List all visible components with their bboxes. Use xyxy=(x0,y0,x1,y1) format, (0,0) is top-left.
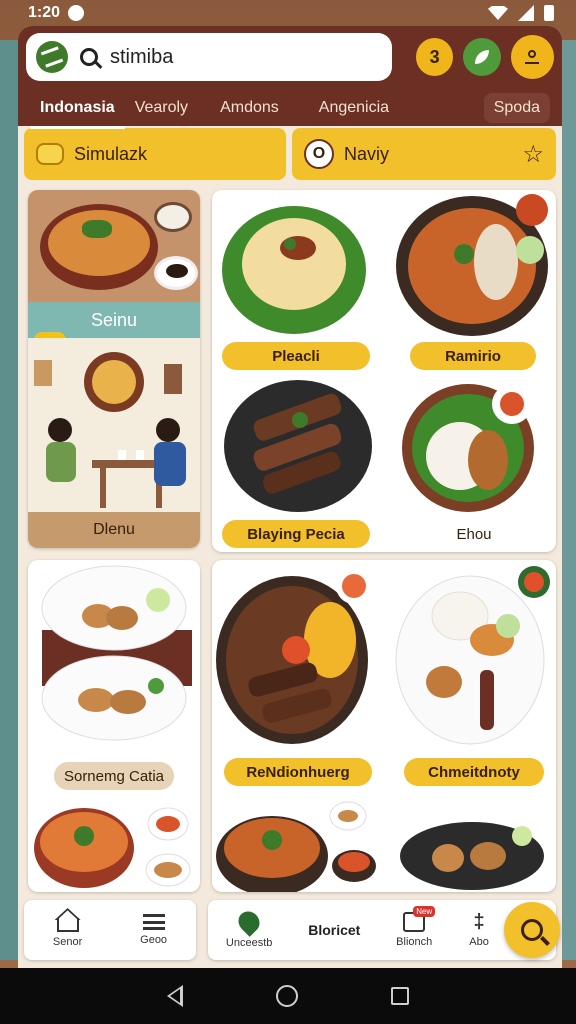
notifications-button[interactable]: 3 xyxy=(416,38,454,76)
search-fab-button[interactable] xyxy=(504,902,560,958)
battery-icon xyxy=(544,5,554,21)
search-icon xyxy=(80,48,98,66)
app-status-icon xyxy=(68,5,85,21)
category-tabs: Indonasia Vearoly Amdons Angenicia Spoda xyxy=(18,90,562,129)
banner-row: Simulazk O Naviy ☆ xyxy=(18,126,562,180)
dish-card-group-c: ReNdionhuerg Chmeitdnoty xyxy=(212,560,556,892)
bottom-navigation: Senor Geoo Unceestb Bloricet New Blionch… xyxy=(24,900,560,960)
nasi-campur-dish-image xyxy=(395,566,550,745)
dish-grid: Seinu Dlenu Pleacli Ramirio Blaying Peci… xyxy=(24,186,556,896)
nav-item-senor[interactable]: Senor xyxy=(53,912,82,948)
nav-item-blionch[interactable]: New Blionch xyxy=(396,906,436,948)
app-window: stimiba 3 Indonasia Vearoly Amdons Angen… xyxy=(18,26,562,968)
nav-label-unceestb: Unceestb xyxy=(225,937,273,949)
background-wall-left xyxy=(0,40,18,960)
banner-left-label: Simulazk xyxy=(74,143,148,164)
noodle-dish-image xyxy=(222,206,366,334)
tab-vearoly[interactable]: Vearoly xyxy=(125,93,198,123)
nav-item-geoo[interactable]: Geoo xyxy=(140,914,167,946)
nav-item-unceestb[interactable]: Unceestb xyxy=(225,907,273,949)
leaf-icon xyxy=(475,50,490,64)
nav-label-geoo: Geoo xyxy=(140,934,168,946)
promo-footer[interactable]: Dlenu xyxy=(28,512,200,548)
home-icon xyxy=(56,918,79,932)
tab-angenicia[interactable]: Angenicia xyxy=(309,93,399,123)
dish-card-group-b: Sornemg Catia xyxy=(28,560,200,892)
diner-illustration xyxy=(28,338,200,512)
dish-label-ramirio: Ramirio xyxy=(410,342,536,370)
bottom-nav-left: Senor Geoo xyxy=(24,900,196,960)
search-input[interactable]: stimiba xyxy=(110,46,173,69)
app-header: stimiba 3 Indonasia Vearoly Amdons Angen… xyxy=(18,26,562,129)
nav-label-senor: Senor xyxy=(52,936,83,948)
dish-label-chmeitdnoty: Chmeitdnoty xyxy=(404,758,544,786)
dish-label-rendionhuerg: ReNdionhuerg xyxy=(224,758,372,786)
promo-panel: Seinu Dlenu xyxy=(28,302,200,548)
wifi-icon xyxy=(488,6,508,20)
dish-label-blaying-pecia: Blaying Pecia xyxy=(222,520,370,548)
clock-icon: O xyxy=(304,139,334,169)
dish-label-ehou: Ehou xyxy=(456,525,492,543)
search-icon xyxy=(521,919,543,941)
dish-card-group-a: Pleacli Ramirio Blaying Pecia Ehou xyxy=(212,190,556,552)
mixed-grill-dish-image xyxy=(216,568,372,744)
dish-label-pleacli: Pleacli xyxy=(222,342,370,370)
promo-card[interactable]: Seinu Dlenu xyxy=(28,190,200,548)
back-icon[interactable] xyxy=(166,985,183,1007)
system-navigation-bar xyxy=(0,968,576,1024)
doc-icon: New xyxy=(403,906,436,932)
new-badge: New xyxy=(413,906,436,917)
tab-indonasia[interactable]: Indonasia xyxy=(30,93,125,129)
search-row: stimiba 3 xyxy=(26,32,554,82)
profile-button[interactable] xyxy=(510,35,554,79)
nav-item-bloricet[interactable]: Bloricet xyxy=(308,922,360,938)
simulazk-banner[interactable]: Simulazk xyxy=(24,128,286,180)
banner-right-label: Naviy xyxy=(344,143,390,164)
share-icon: ‡ xyxy=(473,911,485,933)
nav-label-blionch: Blionch xyxy=(396,936,433,948)
tab-amdons[interactable]: Amdons xyxy=(210,93,289,123)
bottom-nav-right: Unceestb Bloricet New Blionch ‡ Abo xyxy=(208,900,560,960)
location-button[interactable] xyxy=(463,38,501,76)
naviy-banner[interactable]: O Naviy ☆ xyxy=(292,128,556,180)
curry-fish-dish-image xyxy=(396,194,548,336)
fritter-dish-image xyxy=(41,565,192,741)
status-time: 1:20 xyxy=(28,4,61,21)
home-circle-icon[interactable] xyxy=(275,985,298,1007)
menu-icon xyxy=(142,914,165,930)
nav-label-abo: Abo xyxy=(469,936,489,948)
dish-label-sornemg-catia: Sornemg Catia xyxy=(54,762,174,790)
rice-plate-image xyxy=(402,384,534,512)
coupon-icon xyxy=(36,143,64,165)
tab-spoda[interactable]: Spoda xyxy=(483,93,550,123)
soup-bowl-image xyxy=(34,807,191,888)
app-logo-icon xyxy=(36,41,68,73)
recent-apps-icon[interactable] xyxy=(391,987,410,1005)
pin-icon xyxy=(234,907,264,937)
nav-item-abo[interactable]: ‡ Abo xyxy=(468,912,490,948)
bottom-dishes-image xyxy=(216,801,544,892)
search-box[interactable]: stimiba xyxy=(26,33,392,81)
soup-image xyxy=(28,190,200,302)
signal-icon xyxy=(518,5,534,21)
user-icon xyxy=(525,50,540,64)
star-icon[interactable]: ☆ xyxy=(522,140,544,169)
status-bar: 1:20 xyxy=(0,0,576,26)
satay-dish-image xyxy=(224,380,372,512)
